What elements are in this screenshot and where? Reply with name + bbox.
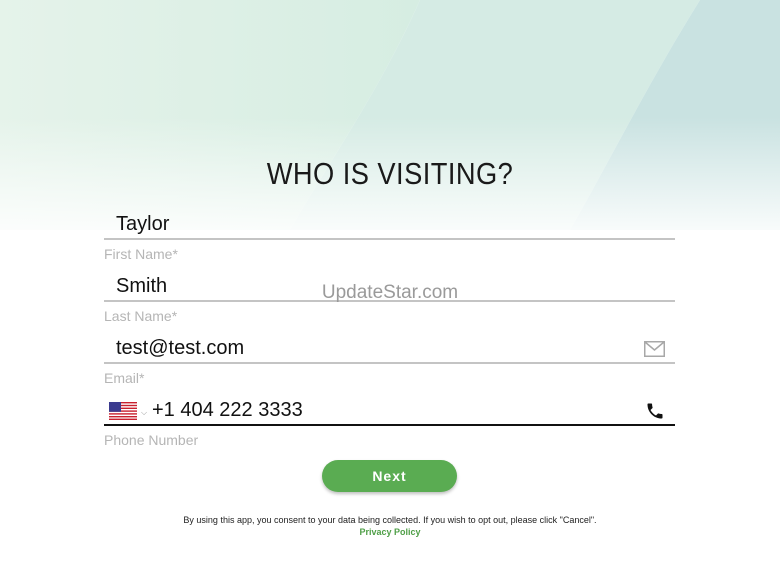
email-label: Email* <box>104 370 145 386</box>
next-button[interactable]: Next <box>322 460 457 492</box>
phone-underline <box>104 424 675 426</box>
first-name-label: First Name* <box>104 246 178 262</box>
consent-text: By using this app, you consent to your d… <box>183 515 597 525</box>
first-name-value[interactable]: Taylor <box>116 213 169 236</box>
first-name-underline <box>104 238 675 240</box>
phone-label: Phone Number <box>104 432 199 448</box>
last-name-label: Last Name* <box>104 308 178 324</box>
country-selector[interactable]: ⌵ <box>108 402 150 422</box>
watermark-text: UpdateStar.com <box>321 282 459 303</box>
phone-value[interactable]: +1 404 222 3333 <box>152 399 303 422</box>
email-underline <box>104 362 675 364</box>
mail-icon <box>644 341 665 357</box>
us-flag-icon <box>109 402 137 420</box>
chevron-down-icon: ⌵ <box>141 408 148 417</box>
page-title: WHO IS VISITING? <box>266 156 514 191</box>
phone-icon <box>647 403 663 419</box>
phone-field[interactable]: ⌵ +1 404 222 3333 Phone Number <box>104 399 675 457</box>
email-value[interactable]: test@test.com <box>116 337 244 360</box>
first-name-field[interactable]: Taylor First Name* <box>104 213 675 271</box>
privacy-policy-link[interactable]: Privacy Policy <box>359 527 420 537</box>
email-field[interactable]: test@test.com Email* <box>104 337 675 395</box>
privacy-policy-row: Privacy Policy <box>0 527 780 537</box>
